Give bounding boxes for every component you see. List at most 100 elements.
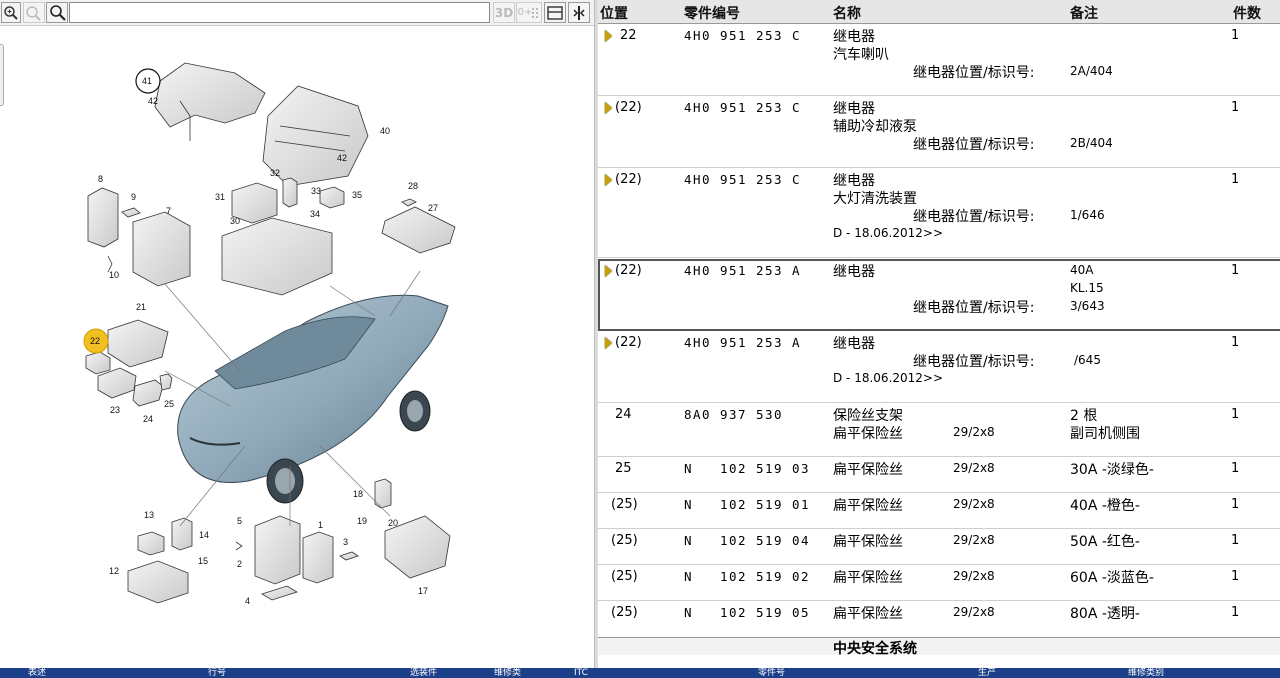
view-3d-button[interactable]: 3D xyxy=(493,2,515,23)
cell-part-d: 02 xyxy=(792,569,811,584)
cell-pos: (25) xyxy=(611,605,638,620)
callout: 33 xyxy=(311,186,321,196)
callout: 5 xyxy=(237,516,242,526)
clip-3 xyxy=(339,551,359,561)
cell-qty: 1 xyxy=(1231,605,1240,620)
exploded-parts-diagram: 41 42 40 42 8 9 7 10 32 31 33 35 30 34 2… xyxy=(83,62,456,606)
hotspot-button[interactable]: 0+ xyxy=(516,2,542,23)
header-note[interactable]: 备注 xyxy=(1070,3,1098,23)
fuse-box-30 xyxy=(221,217,333,296)
strip-4 xyxy=(261,585,298,601)
table-row[interactable]: (25) N 102 519 01 扁平保险丝 29/2x8 40A -橙色- … xyxy=(598,493,1280,529)
header-qty[interactable]: 件数 xyxy=(1233,3,1261,23)
cell-note-1: 30A -淡绿色- xyxy=(1070,462,1154,478)
cell-part-c: 519 xyxy=(756,605,784,620)
cell-part-a: 4H0 xyxy=(684,335,712,350)
callout: 18 xyxy=(353,489,363,499)
cell-spec: 29/2x8 xyxy=(953,461,995,475)
relay-23 xyxy=(97,367,137,399)
callout: 21 xyxy=(136,302,146,312)
header-part[interactable]: 零件编号 xyxy=(684,3,740,23)
row-arrow-icon[interactable] xyxy=(605,174,612,186)
cell-part-a: N xyxy=(684,533,694,548)
table-row[interactable]: 24 8A0 937 530 保险丝支架 扁平保险丝 29/2x8 2 根 副司… xyxy=(598,403,1280,457)
cell-name: 继电器 xyxy=(833,173,875,189)
zoom-in-button[interactable] xyxy=(1,2,21,23)
header-pos[interactable]: 位置 xyxy=(600,3,628,23)
parts-table: 位置 零件编号 名称 备注 件数 22 4H0 951 253 C 继电器 汽车… xyxy=(598,0,1280,668)
callout: 25 xyxy=(164,399,174,409)
status-col-label: 行号 xyxy=(208,668,227,678)
callout: 32 xyxy=(270,168,280,178)
callout: 28 xyxy=(408,181,418,191)
status-col-label: 选装件 xyxy=(410,668,438,678)
cell-name: 扁平保险丝 xyxy=(833,462,903,478)
vertical-split-button[interactable] xyxy=(568,2,590,23)
cell-date: D - 18.06.2012>> xyxy=(833,226,944,240)
clip-28 xyxy=(401,198,417,207)
callout: 14 xyxy=(199,530,209,540)
bracket-21 xyxy=(107,319,169,368)
callout: 19 xyxy=(357,516,367,526)
callout: 30 xyxy=(230,216,240,226)
cell-part-d: A xyxy=(792,263,802,278)
cell-part-c: 519 xyxy=(756,461,784,476)
zoom-100-button[interactable] xyxy=(23,2,45,23)
status-col-label: 维修类别 xyxy=(1128,668,1165,678)
table-row[interactable]: (25) N 102 519 02 扁平保险丝 29/2x8 60A -淡蓝色-… xyxy=(598,565,1280,601)
callout: 24 xyxy=(143,414,153,424)
table-row[interactable]: (22) 4H0 951 253 C 继电器 辅助冷却液泵 继电器位置/标识号:… xyxy=(598,96,1280,168)
cell-qty: 1 xyxy=(1231,533,1240,548)
table-row[interactable]: 22 4H0 951 253 C 继电器 汽车喇叭 继电器位置/标识号: 2A/… xyxy=(598,24,1280,96)
row-arrow-icon[interactable] xyxy=(605,30,612,42)
callout: 9 xyxy=(131,192,136,202)
callout: 41 xyxy=(142,76,152,86)
cell-part-c: 253 xyxy=(756,100,784,115)
frame-7 xyxy=(132,211,191,287)
group-header-row[interactable]: 中央安全系统 xyxy=(598,637,1280,657)
relay-14 xyxy=(171,517,193,551)
split-view-button[interactable] xyxy=(544,2,566,23)
cell-name-2: 辅助冷却液泵 xyxy=(833,119,917,135)
callout: 15 xyxy=(198,556,208,566)
cell-sublabel: 继电器位置/标识号: xyxy=(913,354,1035,370)
callout: 7 xyxy=(166,206,171,216)
table-row[interactable]: (22) 4H0 951 253 C 继电器 大灯清洗装置 继电器位置/标识号:… xyxy=(598,168,1280,258)
cell-note-1: 2 根 xyxy=(1070,408,1098,424)
cell-part-b: 102 xyxy=(720,533,748,548)
table-row[interactable]: (22) 4H0 951 253 A 继电器 继电器位置/标识号: /645 D… xyxy=(598,331,1280,403)
cell-part-d: C xyxy=(792,28,802,43)
table-row-selected[interactable]: (22) 4H0 951 253 A 继电器 40A KL.15 继电器位置/标… xyxy=(598,259,1280,331)
cell-note-1: 40A -橙色- xyxy=(1070,498,1140,514)
cell-subval: /645 xyxy=(1074,353,1101,367)
table-row[interactable]: 25 N 102 519 03 扁平保险丝 29/2x8 30A -淡绿色- 1 xyxy=(598,457,1280,493)
row-arrow-icon[interactable] xyxy=(605,102,612,114)
fuse-25 xyxy=(159,373,173,391)
table-row[interactable]: (25) N 102 519 05 扁平保险丝 29/2x8 80A -透明- … xyxy=(598,601,1280,637)
cell-pos: (22) xyxy=(615,335,642,350)
cell-part-b: 102 xyxy=(720,497,748,512)
row-arrow-icon[interactable] xyxy=(605,337,612,349)
cell-part-a: 4H0 xyxy=(684,100,712,115)
callout: 42 xyxy=(337,153,347,163)
grid-dots-icon xyxy=(532,7,539,18)
header-name[interactable]: 名称 xyxy=(833,3,861,23)
cell-qty: 1 xyxy=(1231,335,1240,350)
row-arrow-icon[interactable] xyxy=(605,265,612,277)
cell-part-c: 253 xyxy=(756,263,784,278)
cell-part-d: 04 xyxy=(792,533,811,548)
parts-catalog-window: 3D 0+ 41 42 40 42 8 9 7 10 32 31 33 35 3… xyxy=(0,0,1280,678)
cell-pos: (25) xyxy=(611,533,638,548)
cell-qty: 1 xyxy=(1231,497,1240,512)
cell-part-c: 253 xyxy=(756,172,784,187)
cell-spec: 29/2x8 xyxy=(953,497,995,511)
table-row[interactable]: (25) N 102 519 04 扁平保险丝 29/2x8 50A -红色- … xyxy=(598,529,1280,565)
cell-pos: (25) xyxy=(611,569,638,584)
search-button[interactable] xyxy=(46,2,68,23)
relay-35 xyxy=(319,186,345,209)
cell-note-2: KL.15 xyxy=(1070,281,1104,295)
cell-part-d: C xyxy=(792,172,802,187)
search-input[interactable] xyxy=(69,2,490,23)
magnifier-plus-icon xyxy=(4,5,18,20)
cell-part-c: 519 xyxy=(756,497,784,512)
